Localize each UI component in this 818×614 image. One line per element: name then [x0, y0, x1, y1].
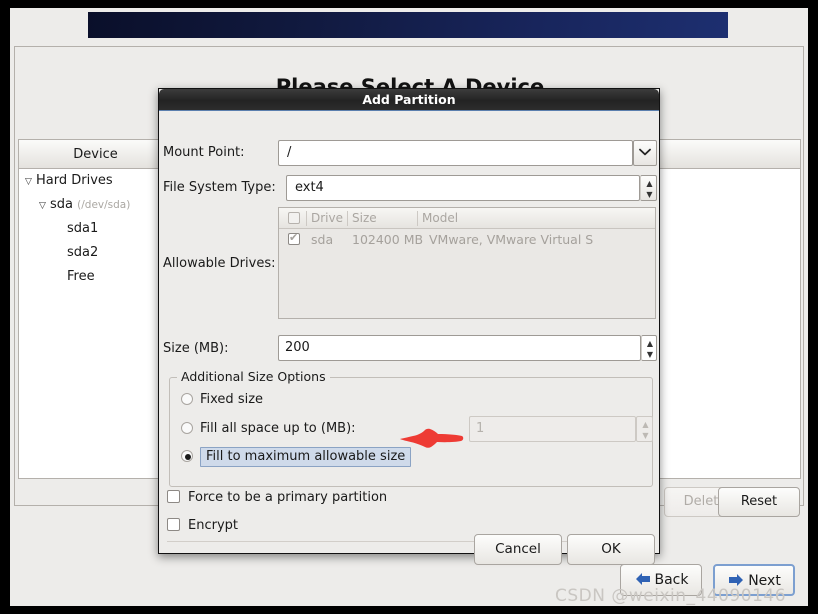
drive-row-size: 102400 MB — [352, 232, 424, 247]
tree-item-label: Hard Drives — [36, 173, 113, 188]
reset-button[interactable]: Reset — [718, 487, 800, 517]
allowable-drives-label: Allowable Drives: — [163, 256, 276, 271]
radio-indicator — [181, 422, 193, 434]
dialog-body: Mount Point: / File System Type: ext4 ▲ … — [159, 111, 659, 565]
mount-point-label: Mount Point: — [163, 145, 245, 160]
spinner-updown-icon[interactable]: ▲ ▼ — [642, 336, 658, 362]
checkbox-indicator — [167, 490, 180, 503]
column-header-model[interactable]: Model — [422, 211, 458, 225]
size-mb-input[interactable]: 200 — [278, 335, 641, 361]
drive-row-checkbox[interactable] — [288, 231, 300, 248]
radio-label: Fill all space up to (MB): — [200, 421, 356, 436]
column-divider — [347, 211, 348, 226]
fill-up-to-spinner: ▲ ▼ — [636, 416, 653, 442]
drives-select-all-checkbox[interactable] — [288, 212, 300, 227]
tree-item-label: sda1 — [67, 221, 99, 236]
spinner-down-arrow: ▼ — [642, 430, 649, 440]
allowable-drives-list[interactable]: Drive Size Model sda 102400 MB VMware, V… — [278, 207, 656, 319]
fill-up-to-input: 1 — [469, 416, 636, 442]
spinner-up-arrow[interactable]: ▲ — [647, 339, 653, 348]
dialog-titlebar: Add Partition — [159, 89, 659, 111]
tree-item-label: sda2 — [67, 245, 99, 260]
add-partition-dialog: Add Partition Mount Point: / File System… — [158, 88, 660, 565]
radio-fill-all-space-up-to[interactable]: Fill all space up to (MB): — [181, 421, 356, 436]
drives-list-row[interactable]: sda 102400 MB VMware, VMware Virtual S — [279, 229, 655, 251]
mount-point-dropdown-button[interactable] — [633, 140, 657, 166]
drives-list-header: Drive Size Model — [279, 208, 655, 229]
spinner-down-arrow[interactable]: ▼ — [647, 350, 653, 359]
expander-icon[interactable]: ▽ — [39, 194, 50, 218]
watermark: CSDN @weixin_44090146 — [555, 586, 787, 606]
screen: Please Select A Device Device ▽ Hard Driv… — [0, 0, 818, 614]
tree-item-sda1[interactable]: sda1 — [19, 217, 172, 241]
tree-item-hard-drives[interactable]: ▽ Hard Drives — [19, 169, 172, 193]
checkbox-encrypt[interactable]: Encrypt — [167, 518, 238, 533]
spinner-up-arrow: ▲ — [642, 419, 649, 429]
tree-item-sda[interactable]: ▽ sda (/dev/sda) — [19, 193, 172, 217]
tree-item-free[interactable]: Free — [19, 265, 172, 289]
tree-item-label: Free — [67, 269, 95, 284]
drive-row-name: sda — [311, 232, 334, 247]
drive-row-model: VMware, VMware Virtual S — [429, 232, 594, 247]
checkbox-indicator — [167, 518, 180, 531]
tree-item-sublabel: (/dev/sda) — [77, 199, 131, 211]
radio-label: Fixed size — [200, 392, 264, 407]
checkbox-label: Encrypt — [188, 518, 238, 533]
column-divider — [306, 211, 307, 226]
checkbox-label: Force to be a primary partition — [188, 490, 388, 505]
column-header-drive[interactable]: Drive — [311, 211, 343, 225]
spinner-updown-icon[interactable]: ▲ ▼ — [641, 176, 658, 202]
size-mb-spinner[interactable]: ▲ ▼ — [641, 335, 657, 361]
file-system-type-input[interactable]: ext4 — [286, 175, 640, 201]
spinner-updown-icon: ▲ ▼ — [637, 417, 654, 443]
mount-point-input[interactable]: / — [278, 140, 633, 166]
device-tree[interactable]: Device ▽ Hard Drives ▽ sda (/dev/sda) sda1… — [18, 139, 173, 479]
radio-fixed-size[interactable]: Fixed size — [181, 392, 263, 407]
expander-icon[interactable]: ▽ — [25, 170, 36, 194]
radio-indicator — [181, 393, 193, 405]
additional-size-options-legend: Additional Size Options — [177, 369, 330, 384]
size-mb-label: Size (MB): — [163, 341, 229, 356]
file-system-type-label: File System Type: — [163, 180, 276, 195]
column-header-size[interactable]: Size — [352, 211, 377, 225]
file-system-type-spinner[interactable]: ▲ ▼ — [640, 175, 657, 201]
checkbox-force-primary-partition[interactable]: Force to be a primary partition — [167, 490, 387, 505]
radio-fill-to-maximum-allowable-size[interactable]: Fill to maximum allowable size — [181, 447, 412, 467]
chevron-down-icon — [639, 141, 651, 160]
radio-label: Fill to maximum allowable size — [200, 447, 412, 467]
spinner-up-arrow[interactable]: ▲ — [646, 179, 652, 188]
radio-indicator — [181, 450, 193, 462]
tree-item-sda2[interactable]: sda2 — [19, 241, 172, 265]
device-tree-header: Device — [19, 140, 172, 169]
spinner-down-arrow[interactable]: ▼ — [646, 190, 652, 199]
cancel-button[interactable]: Cancel — [474, 534, 562, 565]
tree-item-label: sda — [50, 197, 73, 212]
ok-button[interactable]: OK — [567, 534, 655, 565]
installer-banner — [88, 12, 728, 38]
column-divider — [417, 211, 418, 226]
